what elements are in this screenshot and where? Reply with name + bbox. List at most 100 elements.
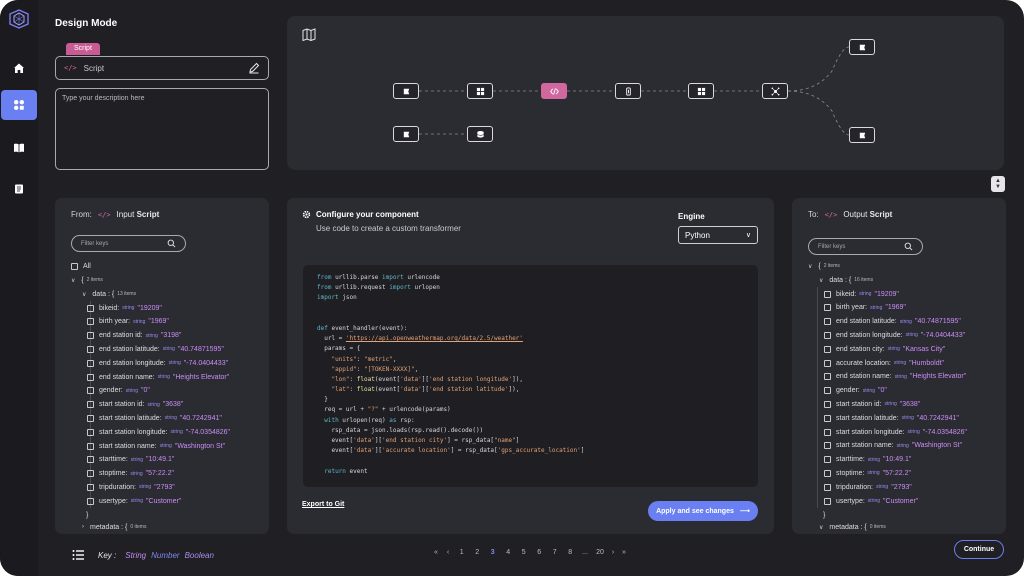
flow-node-database[interactable] xyxy=(467,126,493,142)
field-row[interactable]: gender: string "0" xyxy=(87,385,150,397)
sidebar-item-home[interactable] xyxy=(4,53,34,83)
page-number[interactable]: 2 xyxy=(470,549,486,556)
sidebar-item-docs[interactable] xyxy=(4,133,34,163)
page-number[interactable]: 7 xyxy=(547,549,563,556)
field-row[interactable]: starttime: string "10:49.1" xyxy=(87,454,174,466)
first-page-icon[interactable]: « xyxy=(430,549,442,556)
script-name-field[interactable]: </> Script xyxy=(55,56,269,80)
field-row[interactable]: start station id: string "3638" xyxy=(824,398,920,410)
pencil-icon[interactable] xyxy=(248,62,260,74)
checkbox[interactable] xyxy=(87,456,94,464)
field-row[interactable]: end station longitude: string "-74.0404433… xyxy=(824,329,965,341)
input-filter-keys[interactable]: Filter keys xyxy=(71,235,186,252)
checkbox[interactable] xyxy=(71,262,78,270)
field-row[interactable]: start station id: string "3638" xyxy=(87,399,183,411)
chevron-down-icon[interactable]: ∨ xyxy=(82,291,86,298)
field-row[interactable]: gender: string "0" xyxy=(824,385,887,397)
checkbox[interactable] xyxy=(824,442,831,450)
flow-node-source-2[interactable] xyxy=(393,126,419,142)
engine-select[interactable]: Python ∨ xyxy=(678,226,758,244)
checkbox[interactable] xyxy=(824,414,831,422)
checkbox[interactable] xyxy=(824,373,831,381)
checkbox[interactable] xyxy=(87,470,94,478)
code-editor[interactable]: from urllib.parse import urlencode from u… xyxy=(303,265,758,487)
chevron-down-icon[interactable]: ∨ xyxy=(808,263,812,270)
field-row[interactable]: end station city: string "Kansas City" xyxy=(824,343,945,355)
checkbox[interactable] xyxy=(824,318,831,326)
page-number[interactable]: 6 xyxy=(532,549,548,556)
output-filter-keys[interactable]: Filter keys xyxy=(808,238,923,255)
field-row[interactable]: stoptime: string "57:22.2" xyxy=(87,468,174,480)
checkbox[interactable] xyxy=(87,442,94,450)
checkbox[interactable] xyxy=(87,332,94,340)
data-node-row[interactable]: ∨ data : { 13 items xyxy=(82,288,136,300)
flow-node-transform[interactable] xyxy=(615,83,641,99)
prev-page-icon[interactable]: ‹ xyxy=(442,549,454,556)
field-row[interactable]: end station longitude: string "-74.0404433… xyxy=(87,357,228,369)
field-row[interactable]: tripduration: string "2793" xyxy=(824,481,912,493)
checkbox[interactable] xyxy=(87,318,94,326)
field-row[interactable]: bikeid: string "19209" xyxy=(824,288,899,300)
checkbox[interactable] xyxy=(824,469,831,477)
checkbox[interactable] xyxy=(87,483,94,491)
last-page-icon[interactable]: » xyxy=(618,549,630,556)
checkbox[interactable] xyxy=(824,359,831,367)
field-row[interactable]: end station name: string "Heights Elevator… xyxy=(824,371,966,383)
checkbox[interactable] xyxy=(824,387,831,395)
checkbox[interactable] xyxy=(824,345,831,353)
flow-node-output-2[interactable] xyxy=(849,127,875,143)
field-row[interactable]: end station id: string "3198" xyxy=(87,330,181,342)
field-row[interactable]: end station name: string "Heights Elevator… xyxy=(87,371,229,383)
field-row[interactable]: tripduration: string "2793" xyxy=(87,481,175,493)
continue-button[interactable]: Continue xyxy=(954,540,1004,559)
field-row[interactable]: start station latitude: string "40.7242941… xyxy=(824,412,959,424)
metadata-node-row[interactable]: ∨ metadata : { 0 items xyxy=(819,521,886,533)
root-node-row[interactable]: ∨ { 2 items xyxy=(71,274,103,286)
flow-canvas[interactable] xyxy=(287,16,1004,170)
sidebar-item-components[interactable] xyxy=(1,90,37,120)
export-to-git-link[interactable]: Export to Git xyxy=(302,501,344,508)
checkbox[interactable] xyxy=(824,428,831,436)
field-row[interactable]: birth year: string "1969" xyxy=(824,302,906,314)
metadata-node-row[interactable]: › metadata : { 0 items xyxy=(82,521,146,533)
chevron-right-icon[interactable]: › xyxy=(82,524,84,530)
field-row[interactable]: stoptime: string "57:22.2" xyxy=(824,467,911,479)
checkbox[interactable] xyxy=(87,359,94,367)
flow-node-grid[interactable] xyxy=(467,83,493,99)
description-textarea[interactable]: Type your description here xyxy=(55,88,269,170)
checkbox[interactable] xyxy=(824,456,831,464)
checkbox[interactable] xyxy=(87,497,94,505)
select-all-row[interactable]: All xyxy=(71,260,91,272)
field-row[interactable]: starttime: string "10:49.1" xyxy=(824,454,911,466)
sidebar-item-documents[interactable] xyxy=(4,174,34,204)
field-row[interactable]: start station longitude: string "-74.03548… xyxy=(87,426,230,438)
field-row[interactable]: start station longitude: string "-74.03548… xyxy=(824,426,967,438)
checkbox[interactable] xyxy=(87,428,94,436)
flow-node-code[interactable] xyxy=(541,83,567,99)
flow-node-output-1[interactable] xyxy=(849,39,875,55)
page-number[interactable]: 3 xyxy=(485,549,501,556)
checkbox[interactable] xyxy=(824,497,831,505)
field-row[interactable]: accurate location: string "Humboldt" xyxy=(824,357,944,369)
checkbox[interactable] xyxy=(87,387,94,395)
page-number[interactable]: 8 xyxy=(563,549,579,556)
flow-node-source[interactable] xyxy=(393,83,419,99)
root-node-row[interactable]: ∨ { 2 items xyxy=(808,260,840,272)
field-row[interactable]: start station latitude: string "40.7242941… xyxy=(87,412,222,424)
checkbox[interactable] xyxy=(87,401,94,409)
checkbox[interactable] xyxy=(87,414,94,422)
next-page-icon[interactable]: › xyxy=(608,549,618,556)
field-row[interactable]: birth year: string "1969" xyxy=(87,316,169,328)
field-row[interactable]: start station name: string "Washington St" xyxy=(824,440,962,452)
chevron-down-icon[interactable]: ∨ xyxy=(819,277,823,284)
checkbox[interactable] xyxy=(824,290,831,298)
checkbox[interactable] xyxy=(87,345,94,353)
field-row[interactable]: usertype: string "Customer" xyxy=(824,495,918,507)
flow-node-split[interactable] xyxy=(762,83,788,99)
field-row[interactable]: bikeid: string "19209" xyxy=(87,302,162,314)
field-row[interactable]: usertype: string "Customer" xyxy=(87,495,181,507)
page-number[interactable]: 5 xyxy=(516,549,532,556)
checkbox[interactable] xyxy=(824,331,831,339)
page-number[interactable]: 4 xyxy=(501,549,517,556)
collapse-toggle-button[interactable]: ▲ ▼ xyxy=(991,176,1005,192)
